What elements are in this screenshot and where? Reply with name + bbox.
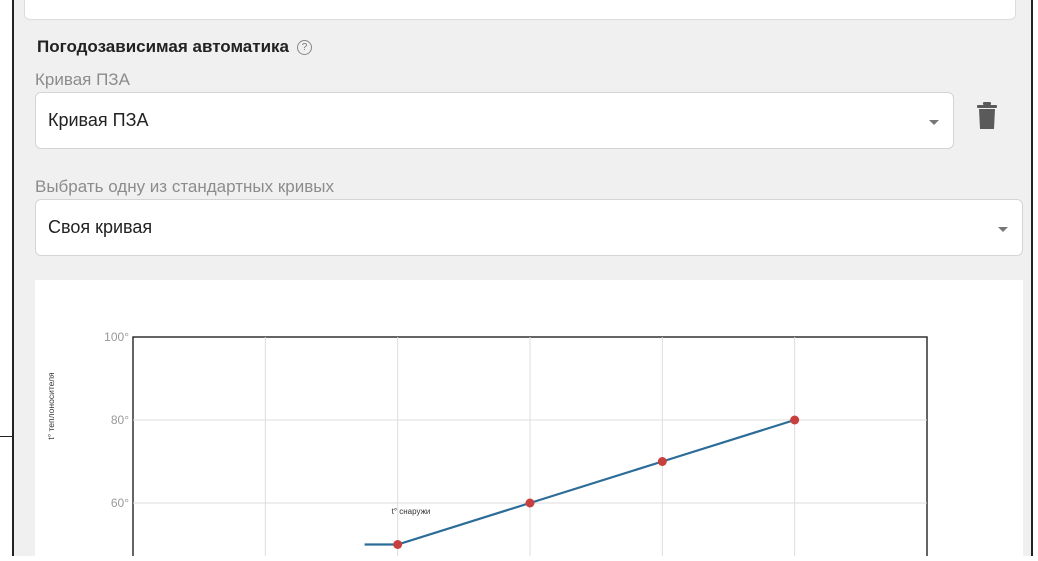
chevron-down-icon xyxy=(998,227,1008,232)
help-icon[interactable]: ? xyxy=(297,39,312,55)
data-point[interactable] xyxy=(525,498,535,508)
series-line xyxy=(364,418,795,546)
data-point[interactable] xyxy=(657,457,667,466)
chart-grid xyxy=(133,337,927,561)
chart-panel: 100° 80° 60° t° теплоносителя t° снаружи xyxy=(35,280,1023,561)
y-axis-label: t° теплоносителя xyxy=(46,372,56,440)
standard-curve-value: Своя кривая xyxy=(48,217,153,237)
edge-tick xyxy=(0,436,12,437)
standard-curve-label: Выбрать одну из стандартных кривых xyxy=(35,177,334,196)
y-tick-label: 60° xyxy=(111,496,129,510)
curve-select[interactable]: Кривая ПЗА xyxy=(35,92,954,149)
section-title: Погодозависимая автоматика ? xyxy=(37,37,312,57)
previous-field[interactable] xyxy=(24,0,1016,20)
curve-select-value: Кривая ПЗА xyxy=(48,110,149,130)
data-point[interactable] xyxy=(790,415,800,425)
temperature-curve-chart: 100° 80° 60° t° теплоносителя t° снаружи xyxy=(46,330,928,561)
trash-icon[interactable] xyxy=(976,102,998,130)
y-tick-label: 80° xyxy=(111,413,129,427)
standard-curve-select[interactable]: Своя кривая xyxy=(35,199,1023,256)
y-tick-label: 100° xyxy=(104,330,129,344)
chevron-down-icon xyxy=(929,120,939,125)
y-axis: 100° 80° 60° xyxy=(104,330,129,510)
data-point[interactable] xyxy=(393,540,403,549)
section-title-text: Погодозависимая автоматика xyxy=(37,37,289,56)
curve-field-label: Кривая ПЗА xyxy=(35,70,130,89)
chart-annotation: t° снаружи xyxy=(392,507,431,516)
